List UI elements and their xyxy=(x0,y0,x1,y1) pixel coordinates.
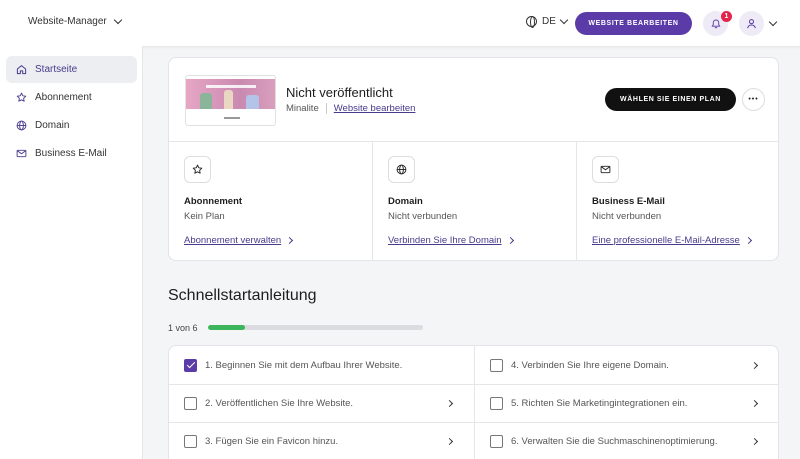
language-label: DE xyxy=(542,16,556,27)
chevron-down-icon xyxy=(768,17,778,27)
user-icon xyxy=(747,19,756,29)
checkbox[interactable] xyxy=(490,435,503,448)
link-label: Verbinden Sie Ihre Domain xyxy=(388,235,502,246)
thumbnail-caption xyxy=(206,85,256,88)
checklist-item[interactable]: 4. Verbinden Sie Ihre eigene Domain. xyxy=(474,346,779,384)
home-icon xyxy=(16,65,27,75)
domain-value: Nicht verbunden xyxy=(388,211,458,222)
link-label: Eine professionelle E-Mail-Adresse xyxy=(592,235,740,246)
template-name: Minalite xyxy=(286,103,319,114)
checklist-item[interactable]: 2. Veröffentlichen Sie Ihre Website. xyxy=(169,384,474,422)
subscription-column: Abonnement Kein Plan Abonnement verwalte… xyxy=(169,142,372,261)
domain-column: Domain Nicht verbunden Verbinden Sie Ihr… xyxy=(372,142,576,261)
divider xyxy=(325,103,327,114)
chevron-right-icon xyxy=(750,399,759,408)
thumbnail-vase xyxy=(224,90,233,109)
checklist-item[interactable]: 3. Fügen Sie ein Favicon hinzu. xyxy=(169,422,474,459)
edit-website-button[interactable]: WEBSITE BEARBEITEN xyxy=(575,12,692,35)
star-icon-box xyxy=(184,156,211,183)
manage-subscription-link[interactable]: Abonnement verwalten xyxy=(184,235,294,246)
mail-icon xyxy=(16,149,27,158)
checklist-item[interactable]: 5. Richten Sie Marketingintegrationen ei… xyxy=(474,384,779,422)
globe-icon-box xyxy=(388,156,415,183)
checkbox[interactable] xyxy=(490,358,503,372)
sidebar-item-startseite[interactable]: Startseite xyxy=(6,56,137,83)
quickstart-progress-bar xyxy=(208,325,423,330)
chevron-right-icon xyxy=(744,236,752,245)
globe-icon xyxy=(16,120,27,131)
professional-email-link[interactable]: Eine professionelle E-Mail-Adresse xyxy=(592,235,752,246)
account-menu[interactable] xyxy=(739,11,778,36)
sidebar-item-label: Abonnement xyxy=(35,92,92,103)
sidebar-item-business-email[interactable]: Business E-Mail xyxy=(6,140,137,167)
quickstart-progress-text: 1 von 6 xyxy=(168,323,198,333)
checklist-item-label: 2. Veröffentlichen Sie Ihre Website. xyxy=(205,398,354,409)
sidebar-item-label: Startseite xyxy=(35,64,78,75)
star-icon xyxy=(192,164,203,174)
more-icon: ••• xyxy=(748,96,759,103)
chevron-right-icon xyxy=(750,361,759,369)
website-thumbnail[interactable] xyxy=(185,75,276,126)
website-manager-dropdown[interactable]: Website-Manager xyxy=(28,15,122,27)
globe-icon xyxy=(526,16,537,28)
checklist-item-label: 4. Verbinden Sie Ihre eigene Domain. xyxy=(511,359,669,371)
website-meta: Minalite Website bearbeiten xyxy=(286,103,415,114)
edit-website-link[interactable]: Website bearbeiten xyxy=(334,103,416,114)
sidebar-item-label: Domain xyxy=(35,120,70,131)
website-overview-card: Nicht veröffentlicht Minalite Website be… xyxy=(168,57,779,261)
language-selector[interactable]: DE xyxy=(526,15,569,28)
checkbox[interactable] xyxy=(490,397,503,410)
thumbnail-text-line xyxy=(224,117,240,119)
bell-icon xyxy=(710,19,721,28)
top-bar: Website-Manager DE WEBSITE BEARBEITEN 1 xyxy=(0,0,800,46)
more-options-button[interactable]: ••• xyxy=(742,88,765,111)
progress-fill xyxy=(208,325,245,330)
checkbox[interactable] xyxy=(184,397,197,410)
chevron-down-icon xyxy=(559,15,569,25)
sidebar-item-domain[interactable]: Domain xyxy=(6,112,137,139)
website-manager-label: Website-Manager xyxy=(28,16,107,27)
mail-icon-box xyxy=(592,156,619,183)
chevron-right-icon xyxy=(445,437,454,446)
checklist-item[interactable]: 1. Beginnen Sie mit dem Aufbau Ihrer Web… xyxy=(169,346,474,384)
connect-domain-link[interactable]: Verbinden Sie Ihre Domain xyxy=(388,235,514,246)
chevron-right-icon xyxy=(445,399,454,408)
link-label: Abonnement verwalten xyxy=(184,235,282,246)
checklist-item-label: 1. Beginnen Sie mit dem Aufbau Ihrer Web… xyxy=(205,359,403,371)
chevron-right-icon xyxy=(750,437,759,446)
chevron-right-icon xyxy=(286,236,294,245)
notification-badge: 1 xyxy=(721,11,732,22)
globe-icon xyxy=(396,164,407,175)
subscription-title: Abonnement xyxy=(184,196,243,207)
sidebar: Startseite Abonnement Domain Business E-… xyxy=(0,46,143,459)
star-icon xyxy=(16,92,27,102)
thumbnail-vase xyxy=(246,95,259,109)
thumbnail-hero xyxy=(186,79,275,109)
quickstart-checklist: 1. Beginnen Sie mit dem Aufbau Ihrer Web… xyxy=(168,345,779,459)
choose-plan-button[interactable]: WÄHLEN SIE EINEN PLAN xyxy=(605,88,736,111)
checklist-item-label: 3. Fügen Sie ein Favicon hinzu. xyxy=(205,436,339,447)
domain-title: Domain xyxy=(388,196,423,207)
checkbox[interactable] xyxy=(184,358,197,372)
subscription-value: Kein Plan xyxy=(184,211,225,222)
chevron-right-icon xyxy=(506,236,514,245)
thumbnail-vase xyxy=(200,93,212,109)
website-status-title: Nicht veröffentlicht xyxy=(286,85,393,100)
checklist-item-label: 5. Richten Sie Marketingintegrationen ei… xyxy=(511,398,688,409)
sidebar-item-label: Business E-Mail xyxy=(35,148,107,159)
checklist-item[interactable]: 6. Verwalten Sie die Suchmaschinenoptimi… xyxy=(474,422,779,459)
business-email-value: Nicht verbunden xyxy=(592,211,662,222)
avatar xyxy=(739,11,764,36)
business-email-column: Business E-Mail Nicht verbunden Eine pro… xyxy=(576,142,779,261)
chevron-down-icon xyxy=(113,15,122,25)
quickstart-title: Schnellstartanleitung xyxy=(168,287,317,304)
mail-icon xyxy=(600,165,611,174)
checklist-item-label: 6. Verwalten Sie die Suchmaschinenoptimi… xyxy=(511,436,718,447)
checkbox[interactable] xyxy=(184,435,197,448)
sidebar-item-abonnement[interactable]: Abonnement xyxy=(6,84,137,111)
business-email-title: Business E-Mail xyxy=(592,196,665,207)
